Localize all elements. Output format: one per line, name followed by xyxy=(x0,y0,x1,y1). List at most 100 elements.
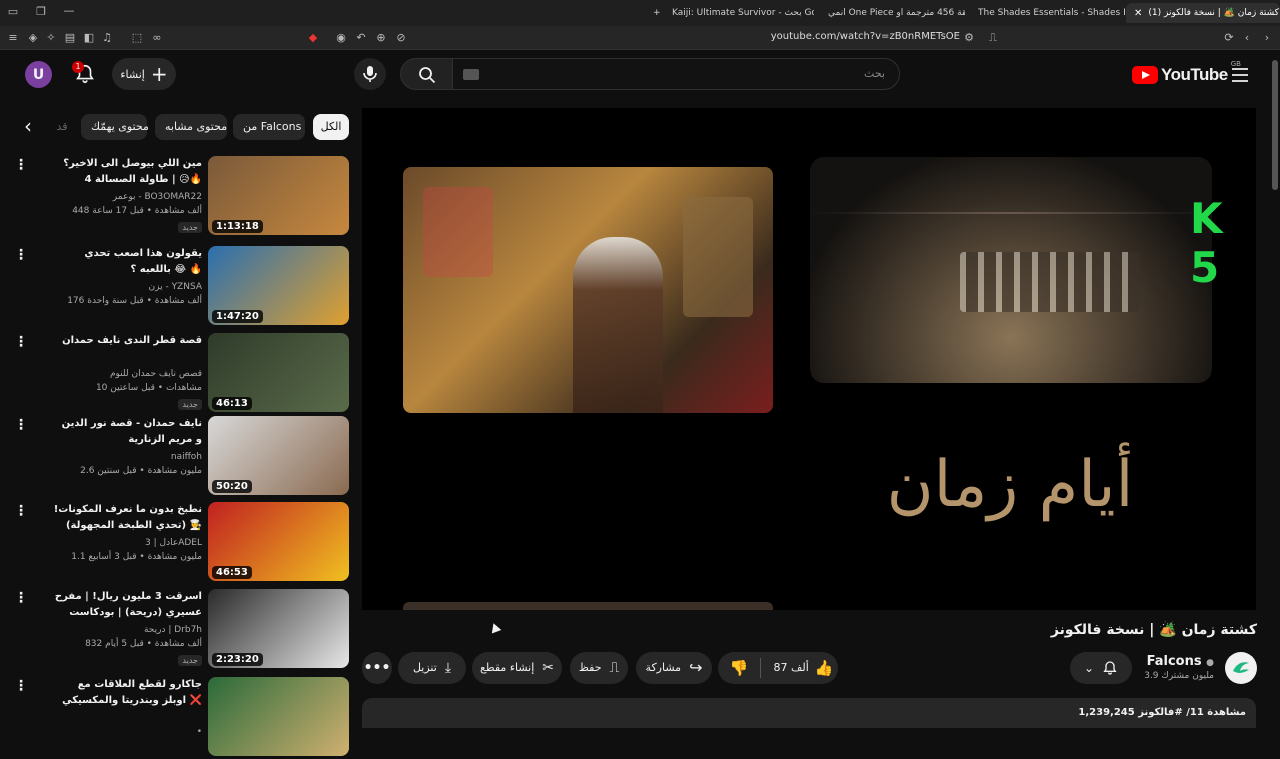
forward-icon[interactable]: › xyxy=(1260,31,1274,45)
site-settings-icon[interactable]: ⚙ xyxy=(962,31,976,45)
recommendation-channel[interactable]: يزن - YZNSA xyxy=(22,280,203,294)
extensions-icon[interactable]: ✧ xyxy=(44,31,58,45)
channel-name[interactable]: Falcons ● xyxy=(1120,654,1214,669)
recommendation-channel[interactable]: قصص نايف حمدان للنوم xyxy=(22,367,202,381)
page-scrollbar[interactable] xyxy=(1272,60,1278,190)
upload-age: قبل 17 ساعة xyxy=(92,206,144,216)
hamburger-icon xyxy=(1232,68,1248,82)
chip-all[interactable]: الكل xyxy=(313,114,349,140)
close-tab-icon[interactable]: ✕ xyxy=(1134,8,1142,19)
recommendation-title[interactable]: نايف حمدان - قصة نور الدين و مريم الزنار… xyxy=(52,416,202,448)
create-button[interactable]: إنشاء + xyxy=(112,58,176,90)
recommendation-title[interactable]: نطبخ بدون ما نعرف المكونات! (تحدي الطبخة… xyxy=(52,502,202,534)
back-history-icon[interactable]: ↶ xyxy=(354,31,368,45)
chip-partial[interactable]: قد xyxy=(54,114,70,140)
recommendation-title[interactable]: يقولون هذا اصعب تحدي باللعبه ؟ 😂 🔥 xyxy=(52,246,202,278)
recommendation-channel[interactable]: دريحة | Drb7h xyxy=(22,623,202,637)
search-button[interactable] xyxy=(400,58,454,90)
recommendation-stats: 2.6 مليون مشاهدة • قبل سنتين xyxy=(22,464,202,478)
duration-badge: 46:13 xyxy=(212,397,252,410)
video-frame-image-bottom xyxy=(403,602,773,610)
address-bar[interactable]: youtube.com/watch?v=zB0nRMETsOE xyxy=(700,31,960,45)
recommendation-item[interactable]: نطبخ بدون ما نعرف المكونات! (تحدي الطبخة… xyxy=(0,502,350,584)
extension-badge-icon[interactable]: ◆ xyxy=(306,31,320,45)
more-options-icon[interactable]: ⋮ xyxy=(14,248,28,262)
sidebar-icon[interactable]: ◧ xyxy=(82,31,96,45)
keyboard-icon[interactable] xyxy=(463,69,479,80)
tab-one-piece[interactable]: انمي One Piece الحلقة 456 مترجمة او xyxy=(820,3,965,23)
tab-label: The Shades Essentials - Shades By N xyxy=(978,8,1125,18)
back-icon[interactable]: ‹ xyxy=(1240,31,1254,45)
save-button[interactable]: حفظ ⎍ xyxy=(570,652,628,684)
recommendation-channel[interactable]: naiffoh xyxy=(22,450,202,464)
reader-icon[interactable]: ▤ xyxy=(63,31,77,45)
scissors-icon: ✂ xyxy=(542,660,555,676)
notification-count-badge: 1 xyxy=(72,61,84,73)
screenshot-icon[interactable]: ⬚ xyxy=(130,31,144,45)
share-button[interactable]: مشاركة ↪ xyxy=(636,652,712,684)
tab-youtube-active[interactable]: ✕ (1) كشتة زمان 🏕️ | نسخة فالكونز xyxy=(1126,3,1280,23)
chips-scroll-left-button[interactable]: ‹ xyxy=(24,114,44,140)
restore-window-icon[interactable]: ❐ xyxy=(34,5,48,19)
recommendation-channel[interactable]: بوعمر - BO3OMAR22 xyxy=(22,190,202,204)
avatar[interactable]: U xyxy=(25,61,52,88)
recommendation-item[interactable]: قصة قطر الندى نايف حمدان قصص نايف حمدان … xyxy=(0,333,350,415)
more-options-icon[interactable]: ⋮ xyxy=(14,418,28,432)
new-badge: جديد xyxy=(178,222,202,233)
subscription-bell-button[interactable]: ⌄ xyxy=(1070,652,1132,684)
more-options-icon[interactable]: ⋮ xyxy=(14,591,28,605)
minimize-icon[interactable]: — xyxy=(62,4,76,18)
reload-icon[interactable]: ⟳ xyxy=(1222,31,1236,45)
recommendation-item[interactable]: اسرقت 3 مليون ريال! | مفرح عسيري (دريحة)… xyxy=(0,589,350,671)
recommendation-stats: 1.1 مليون مشاهدة • قبل 3 أسابيع xyxy=(22,550,202,564)
youtube-logo[interactable]: YouTube GB xyxy=(1132,60,1241,86)
browser-toolbar: ≡ ◈ ✧ ▤ ◧ ♫ ⬚ ∞ ◆ ◉ ↶ ⊕ ⊘ youtube.com/wa… xyxy=(0,26,1280,50)
chip-related[interactable]: محتوى مشابه xyxy=(155,114,227,140)
shield-icon[interactable]: ◈ xyxy=(26,31,40,45)
bookmark-icon[interactable]: ⎍ xyxy=(986,31,1000,45)
new-tab-button[interactable]: + xyxy=(645,3,665,23)
sidebar-toggle-icon[interactable]: ▭ xyxy=(6,5,20,19)
recommendation-item[interactable]: جاكارو لقطع العلاقات مع اوبلز وبندريتا و… xyxy=(0,677,350,759)
zoom-icon[interactable]: ⊕ xyxy=(374,31,388,45)
music-icon[interactable]: ♫ xyxy=(100,31,114,45)
new-badge: جديد xyxy=(178,655,202,666)
duration-badge: 2:23:20 xyxy=(212,653,263,666)
dislike-button[interactable]: 👎 xyxy=(718,658,761,678)
guide-menu-button[interactable] xyxy=(1232,67,1248,82)
recommendation-item[interactable]: نايف حمدان - قصة نور الدين و مريم الزنار… xyxy=(0,416,350,498)
no-track-icon[interactable]: ⊘ xyxy=(394,31,408,45)
recommendation-title[interactable]: مين اللي بيوصل الى الاخير؟ 🔥😥 | طاولة ال… xyxy=(52,156,202,188)
menu-icon[interactable]: ≡ xyxy=(6,31,20,45)
download-button[interactable]: تنزيل ⤓ xyxy=(398,652,466,684)
voice-search-button[interactable] xyxy=(354,58,386,90)
search-input[interactable]: بحث xyxy=(452,58,900,90)
link-icon[interactable]: ∞ xyxy=(150,31,164,45)
tab-kaiji[interactable]: Kaiji: Ultimate Survivor - بحث Google xyxy=(664,3,814,23)
video-player[interactable]: K 5 أيام زمان xyxy=(362,108,1256,610)
recommendation-title[interactable]: قصة قطر الندى نايف حمدان xyxy=(52,333,202,349)
more-options-icon[interactable]: ⋮ xyxy=(14,158,28,172)
more-actions-button[interactable]: ••• xyxy=(362,652,392,684)
tab-shades[interactable]: The Shades Essentials - Shades By N xyxy=(970,3,1125,23)
more-options-icon[interactable]: ⋮ xyxy=(14,679,28,693)
more-options-icon[interactable]: ⋮ xyxy=(14,335,28,349)
recommendation-title[interactable]: اسرقت 3 مليون ريال! | مفرح عسيري (دريحة)… xyxy=(52,589,202,621)
notifications-button[interactable]: 1 xyxy=(72,61,96,85)
recommendation-channel[interactable]: عادل | 3ADEL xyxy=(22,536,202,550)
upload-age: قبل 5 أيام xyxy=(105,639,144,649)
like-count: 87 ألف xyxy=(773,661,809,674)
vpn-icon[interactable]: ◉ xyxy=(334,31,348,45)
clip-button[interactable]: إنشاء مقطع ✂ xyxy=(472,652,562,684)
chip-for-you[interactable]: محتوى يهمّك xyxy=(81,114,149,140)
video-thumbnail[interactable] xyxy=(208,677,349,756)
more-options-icon[interactable]: ⋮ xyxy=(14,504,28,518)
recommendation-item[interactable]: يقولون هذا اصعب تحدي باللعبه ؟ 😂 🔥 يزن -… xyxy=(0,246,350,328)
chip-from-falcons[interactable]: من Falcons xyxy=(233,114,305,140)
recommendation-item[interactable]: مين اللي بيوصل الى الاخير؟ 🔥😥 | طاولة ال… xyxy=(0,156,350,238)
description-box[interactable]: 1,239,245 مشاهدة 11/ #فالكونز xyxy=(362,698,1256,728)
search-icon xyxy=(419,67,436,84)
like-button[interactable]: 87 ألف 👍 xyxy=(769,652,838,684)
channel-avatar[interactable] xyxy=(1225,652,1257,684)
recommendation-title[interactable]: جاكارو لقطع العلاقات مع اوبلز وبندريتا و… xyxy=(52,677,202,709)
